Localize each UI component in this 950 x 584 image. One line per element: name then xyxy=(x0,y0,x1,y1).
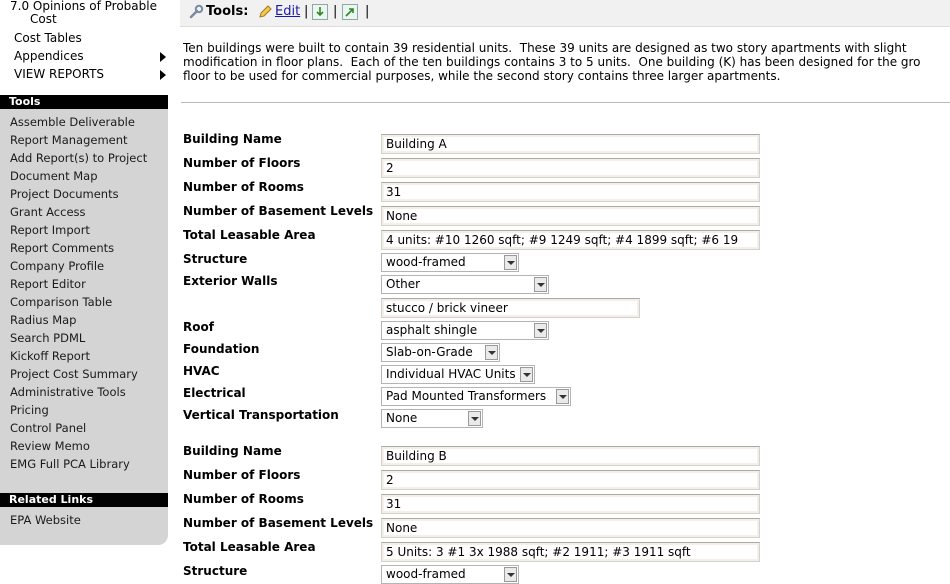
intro-paragraph: Ten buildings were built to contain 39 r… xyxy=(183,41,921,83)
roof-select[interactable]: asphalt shingle xyxy=(381,321,549,340)
basement-field[interactable]: None xyxy=(381,206,760,226)
tool-link-administrative-tools[interactable]: Administrative Tools xyxy=(10,385,126,399)
label-rooms: Number of Rooms xyxy=(183,492,304,506)
label-structure: Structure xyxy=(183,564,248,578)
structure-select[interactable]: wood-framed xyxy=(381,565,519,584)
rooms-field[interactable]: 31 xyxy=(381,494,760,514)
tool-link-review-memo[interactable]: Review Memo xyxy=(10,439,90,453)
tool-link-radius-map[interactable]: Radius Map xyxy=(10,313,76,327)
label-area: Total Leasable Area xyxy=(183,228,316,242)
floors-field[interactable]: 2 xyxy=(381,158,760,178)
exterior-walls-select[interactable]: Other xyxy=(381,275,549,294)
tool-link-company-profile[interactable]: Company Profile xyxy=(10,259,104,273)
rooms-field[interactable]: 31 xyxy=(381,182,760,202)
label-vertical-transportation: Vertical Transportation xyxy=(183,408,339,422)
toolbar-separator: | xyxy=(365,4,370,19)
label-hvac: HVAC xyxy=(183,364,220,378)
structure-select[interactable]: wood-framed xyxy=(381,253,519,272)
tool-link-report-management[interactable]: Report Management xyxy=(10,133,128,147)
download-icon[interactable] xyxy=(312,4,328,20)
label-building-name: Building Name xyxy=(183,444,282,458)
tools-panel: Assemble Deliverable Report Management A… xyxy=(0,109,168,493)
label-basement: Number of Basement Levels xyxy=(183,204,374,218)
chevron-right-icon[interactable] xyxy=(160,70,166,80)
tool-link-comparison-table[interactable]: Comparison Table xyxy=(10,295,112,309)
nav-item-appendices[interactable]: Appendices xyxy=(14,49,84,63)
electrical-select[interactable]: Pad Mounted Transformers xyxy=(381,387,571,406)
chevron-down-icon[interactable] xyxy=(520,367,533,382)
related-links-header: Related Links xyxy=(0,493,168,507)
floors-field[interactable]: 2 xyxy=(381,470,760,490)
toolbar-label: Tools: xyxy=(206,4,249,19)
pencil-icon[interactable] xyxy=(257,4,273,20)
label-electrical: Electrical xyxy=(183,386,246,400)
sidebar: 7.0 Opinions of Probable Cost Cost Table… xyxy=(0,0,168,580)
tool-link-add-reports[interactable]: Add Report(s) to Project xyxy=(10,151,147,165)
label-foundation: Foundation xyxy=(183,342,260,356)
tool-link-report-comments[interactable]: Report Comments xyxy=(10,241,114,255)
toolbar: Tools: Edit | | | xyxy=(180,0,950,27)
tool-link-grant-access[interactable]: Grant Access xyxy=(10,205,86,219)
toolbar-separator: | xyxy=(333,4,338,19)
label-roof: Roof xyxy=(183,320,214,334)
nav-item-opinions-line2[interactable]: Cost xyxy=(30,12,57,26)
wrench-icon xyxy=(189,4,204,19)
tool-link-project-cost-summary[interactable]: Project Cost Summary xyxy=(10,367,138,381)
label-building-name: Building Name xyxy=(183,132,282,146)
leasable-area-field[interactable]: 5 Units: 3 #1 3x 1988 sqft; #2 1911; #3 … xyxy=(381,542,760,562)
chevron-down-icon[interactable] xyxy=(534,277,547,292)
label-rooms: Number of Rooms xyxy=(183,180,304,194)
vertical-transportation-select[interactable]: None xyxy=(381,409,483,428)
edit-link[interactable]: Edit xyxy=(275,4,300,19)
divider xyxy=(181,102,950,103)
tools-header: Tools xyxy=(0,95,168,109)
label-floors: Number of Floors xyxy=(183,468,301,482)
chevron-down-icon[interactable] xyxy=(468,411,481,426)
tool-link-report-editor[interactable]: Report Editor xyxy=(10,277,86,291)
nav-item-view-reports[interactable]: VIEW REPORTS xyxy=(14,67,104,81)
export-icon[interactable] xyxy=(342,4,358,20)
tool-link-kickoff-report[interactable]: Kickoff Report xyxy=(10,349,90,363)
basement-field[interactable]: None xyxy=(381,518,760,538)
tool-link-report-import[interactable]: Report Import xyxy=(10,223,90,237)
chevron-down-icon[interactable] xyxy=(534,323,547,338)
nav-item-cost-tables[interactable]: Cost Tables xyxy=(14,31,82,45)
label-exterior-walls: Exterior Walls xyxy=(183,274,278,288)
building-name-field[interactable]: Building A xyxy=(381,134,760,154)
chevron-right-icon[interactable] xyxy=(160,52,166,62)
label-area: Total Leasable Area xyxy=(183,540,316,554)
building-name-field[interactable]: Building B xyxy=(381,446,760,466)
related-links-panel: EPA Website xyxy=(0,507,168,545)
label-floors: Number of Floors xyxy=(183,156,301,170)
label-structure: Structure xyxy=(183,252,248,266)
related-link-epa[interactable]: EPA Website xyxy=(10,513,81,527)
chevron-down-icon[interactable] xyxy=(485,345,498,360)
leasable-area-field[interactable]: 4 units: #10 1260 sqft; #9 1249 sqft; #4… xyxy=(381,230,760,250)
foundation-select[interactable]: Slab-on-Grade xyxy=(381,343,500,362)
tool-link-control-panel[interactable]: Control Panel xyxy=(10,421,86,435)
hvac-select[interactable]: Individual HVAC Units xyxy=(381,365,535,384)
exterior-walls-other-field[interactable]: stucco / brick vineer xyxy=(381,298,640,318)
toolbar-separator: | xyxy=(304,4,309,19)
chevron-down-icon[interactable] xyxy=(556,389,569,404)
tool-link-project-documents[interactable]: Project Documents xyxy=(10,187,119,201)
tool-link-emg-pca-library[interactable]: EMG Full PCA Library xyxy=(10,457,130,471)
tool-link-assemble-deliverable[interactable]: Assemble Deliverable xyxy=(10,115,135,129)
label-basement: Number of Basement Levels xyxy=(183,516,374,530)
chevron-down-icon[interactable] xyxy=(504,255,517,270)
report-nav: 7.0 Opinions of Probable Cost Cost Table… xyxy=(0,0,168,95)
tool-link-search-pdml[interactable]: Search PDML xyxy=(10,331,85,345)
tool-link-pricing[interactable]: Pricing xyxy=(10,403,49,417)
tool-link-document-map[interactable]: Document Map xyxy=(10,169,98,183)
